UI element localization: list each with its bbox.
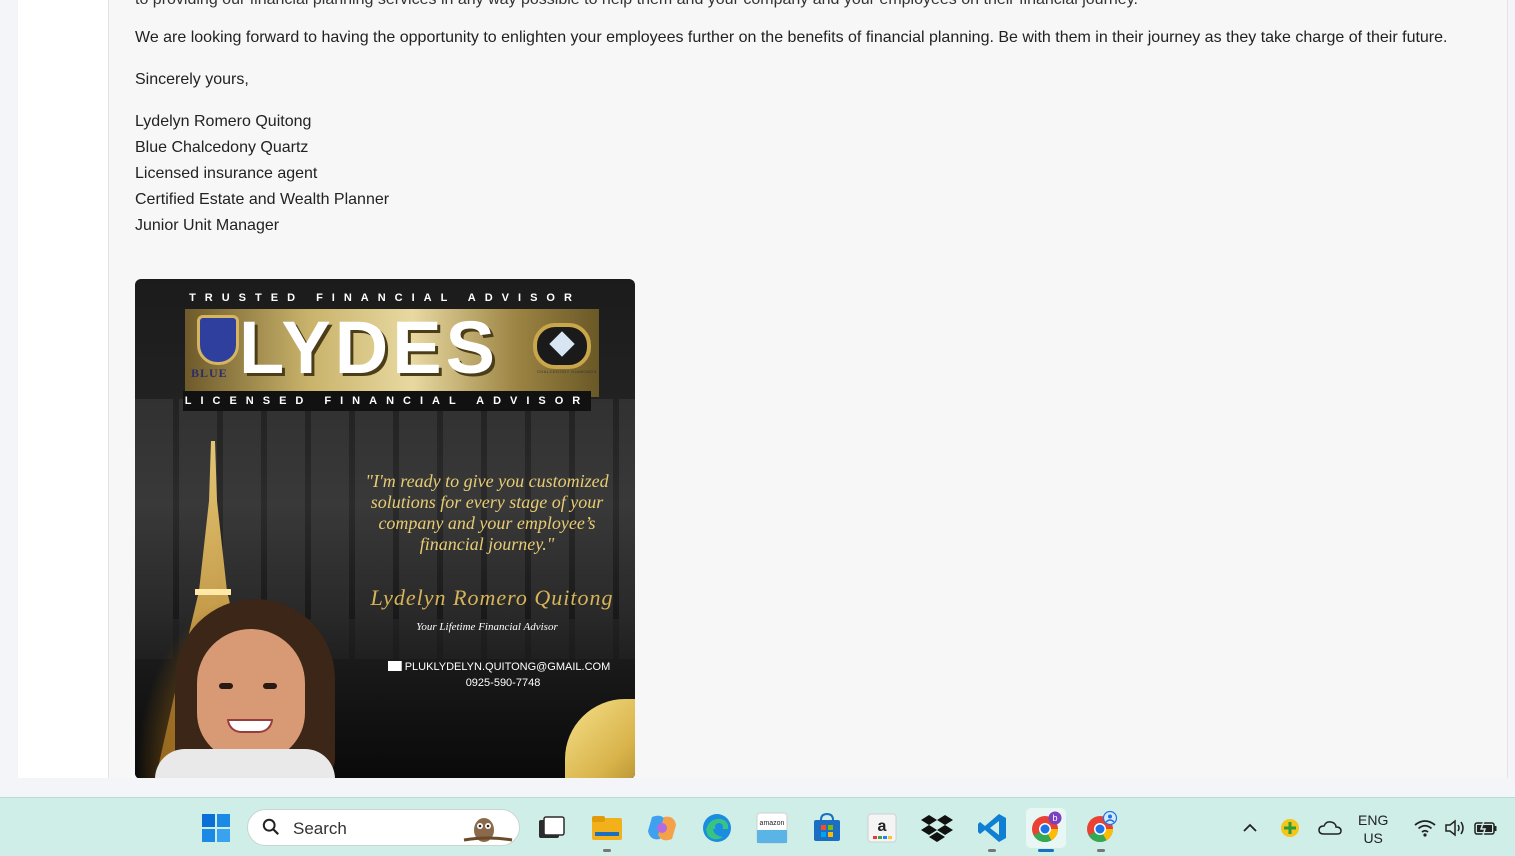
search-placeholder: Search <box>293 819 347 838</box>
language-indicator[interactable]: ENG US <box>1358 811 1388 847</box>
banner-email: PLUKLYDELYN.QUITONG@GMAIL.COM <box>379 661 619 673</box>
svg-text:amazon: amazon <box>760 820 785 827</box>
vscode-button[interactable] <box>972 808 1012 852</box>
running-indicator <box>1097 849 1105 852</box>
svg-text:b: b <box>1052 813 1057 823</box>
chrome-profile-button[interactable] <box>1081 808 1121 852</box>
start-button[interactable] <box>196 808 236 848</box>
banner-tagline: Your Lifetime Financial Advisor <box>416 621 558 633</box>
amazon-shopping-icon: amazon <box>756 812 788 844</box>
banner-email-text: PLUKLYDELYN.QUITONG@GMAIL.COM <box>404 661 611 673</box>
banner-top-caption: TRUSTED FINANCIAL ADVISOR <box>189 292 581 304</box>
file-explorer-button[interactable] <box>587 808 627 852</box>
task-view-button[interactable] <box>531 808 571 848</box>
amazon-shopping-button[interactable]: amazon <box>752 808 792 848</box>
banner-quote: "I'm ready to give you customized soluti… <box>365 471 609 554</box>
svg-text:a: a <box>878 818 887 835</box>
copilot-button[interactable] <box>642 808 682 848</box>
email-body: to providing our financial planning serv… <box>108 0 1508 778</box>
closing-paragraph: We are looking forward to having the opp… <box>135 29 1448 46</box>
chrome-profile-icon <box>1087 811 1118 843</box>
banner-signature: Lydelyn Romero Quitong <box>370 585 614 610</box>
signature-banner-image[interactable]: TRUSTED FINANCIAL ADVISOR BLUE LYDES CHA… <box>135 279 635 778</box>
signature-line: Certified Estate and Wealth Planner <box>135 191 390 208</box>
shield-logo-text: BLUE <box>191 366 228 380</box>
edge-icon <box>703 814 731 842</box>
diamond-logo-text: CHALCEDONY DIAMONDS <box>537 369 597 374</box>
dropbox-button[interactable] <box>917 808 957 848</box>
owl-search-highlight-icon <box>463 818 513 842</box>
file-explorer-icon <box>592 816 622 840</box>
wifi-icon <box>1414 820 1436 837</box>
task-view-icon <box>539 816 565 838</box>
tray-app-button[interactable] <box>1271 808 1309 848</box>
edge-button[interactable] <box>697 808 737 848</box>
taskbar-search[interactable]: Search <box>247 809 520 846</box>
signature-line: Blue Chalcedony Quartz <box>135 139 309 156</box>
closing-salutation: Sincerely yours, <box>135 71 249 88</box>
chrome-icon: b <box>1032 811 1062 843</box>
chrome-button[interactable]: b <box>1026 808 1066 852</box>
dropbox-icon <box>921 815 953 842</box>
shield-logo-icon <box>197 315 239 365</box>
microsoft-store-icon <box>814 813 840 841</box>
mail-card: to providing our financial planning serv… <box>18 0 1508 778</box>
portrait-eye <box>263 683 277 689</box>
signature-line: Licensed insurance agent <box>135 165 318 182</box>
volume-icon <box>1445 819 1464 837</box>
battery-charging-icon <box>1474 820 1497 836</box>
amazon-button[interactable]: a <box>862 808 902 848</box>
battery-button[interactable] <box>1467 808 1505 848</box>
running-indicator <box>603 849 611 852</box>
email-client-area: to providing our financial planning serv… <box>0 0 1515 797</box>
portrait-smile <box>227 719 273 733</box>
active-indicator <box>1038 849 1054 852</box>
portrait-face <box>197 629 305 761</box>
search-icon <box>262 818 279 835</box>
start-icon <box>202 814 230 842</box>
running-indicator <box>988 849 996 852</box>
banner-brand: LYDES <box>239 306 499 389</box>
portrait-shirt <box>155 749 335 778</box>
copilot-icon <box>648 815 676 841</box>
onedrive-button[interactable] <box>1311 808 1349 848</box>
tray-app-icon <box>1281 819 1299 837</box>
chevron-up-icon <box>1243 823 1257 832</box>
microsoft-store-button[interactable] <box>807 808 847 848</box>
truncated-paragraph: to providing our financial planning serv… <box>135 0 1138 9</box>
language-code: ENG <box>1358 812 1389 828</box>
banner-sub-caption: LICENSED FINANCIAL ADVISOR <box>183 391 591 411</box>
portrait-eye <box>219 683 233 689</box>
show-hidden-icons-button[interactable] <box>1231 808 1269 848</box>
signature-name: Lydelyn Romero Quitong <box>135 113 312 130</box>
banner-phone: 0925-590-7748 <box>465 677 541 689</box>
vscode-icon <box>978 814 1006 842</box>
cloud-icon <box>1318 821 1342 835</box>
left-gutter <box>18 0 108 778</box>
amazon-icon: a <box>867 813 897 843</box>
region-code: US <box>1363 830 1383 846</box>
taskbar: Search amazon a b ENG US <box>0 797 1515 856</box>
signature-line: Junior Unit Manager <box>135 217 280 234</box>
envelope-icon <box>387 661 402 671</box>
